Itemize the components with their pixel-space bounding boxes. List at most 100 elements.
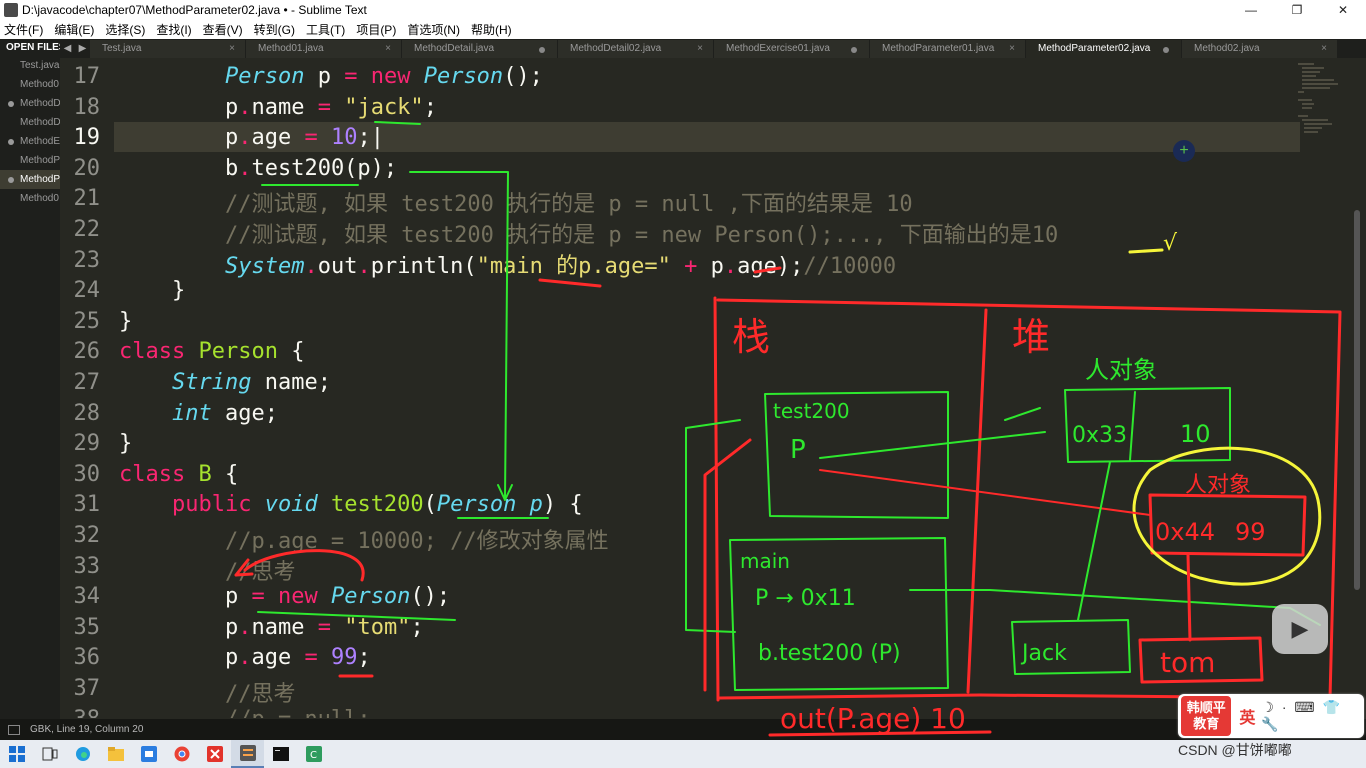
- file-tab-label: MethodParameter01.java: [882, 43, 995, 54]
- add-icon[interactable]: +: [1173, 140, 1195, 162]
- menu-item[interactable]: 查看(V): [203, 21, 243, 38]
- code-line[interactable]: p.age = 10;|: [119, 125, 384, 150]
- code-line[interactable]: //思考: [119, 676, 296, 708]
- unsaved-dot-icon[interactable]: [1163, 47, 1169, 53]
- close-button[interactable]: ✕: [1320, 0, 1366, 20]
- vertical-scrollbar[interactable]: [1354, 210, 1360, 590]
- file-tab[interactable]: Method01.java ×: [246, 40, 402, 58]
- code-line[interactable]: p = new Person();: [119, 584, 450, 609]
- tab-close-icon[interactable]: ×: [229, 40, 235, 58]
- menu-item[interactable]: 查找(I): [156, 21, 191, 38]
- watermark-badge: 韩顺平 教育 英 ☽ · ⌨ 👕 🔧: [1178, 694, 1364, 738]
- minimap[interactable]: [1294, 60, 1350, 140]
- code-line[interactable]: String name;: [119, 370, 331, 395]
- menu-item[interactable]: 项目(P): [356, 21, 396, 38]
- code-line[interactable]: //测试题, 如果 test200 执行的是 p = null ,下面的结果是 …: [119, 186, 913, 218]
- file-tab[interactable]: MethodDetail02.java ×: [558, 40, 714, 58]
- sidebar: OPEN FILES Test.java Method0 MethodD Method…: [0, 39, 60, 719]
- ime-language[interactable]: 英: [1239, 704, 1255, 728]
- open-file-item[interactable]: MethodD: [0, 113, 60, 132]
- menu-item[interactable]: 文件(F): [4, 21, 43, 38]
- code-line[interactable]: int age;: [119, 401, 278, 426]
- ime-toolbar-icons[interactable]: ☽ · ⌨ 👕 🔧: [1261, 699, 1364, 733]
- open-file-label: MethodD: [20, 117, 60, 128]
- chrome-icon[interactable]: [165, 740, 198, 768]
- sublime-text-icon: [4, 3, 18, 17]
- status-text: GBK, Line 19, Column 20: [30, 724, 144, 735]
- open-files-header: OPEN FILES: [6, 42, 60, 53]
- tab-close-icon[interactable]: ×: [385, 40, 391, 58]
- code-line[interactable]: //测试题, 如果 test200 执行的是 p = new Person();…: [119, 217, 1058, 249]
- file-tab[interactable]: Method02.java ×: [1182, 40, 1338, 58]
- menu-item[interactable]: 转到(G): [254, 21, 295, 38]
- open-file-item[interactable]: Method0: [0, 75, 60, 94]
- file-tab[interactable]: MethodExercise01.java: [714, 40, 870, 58]
- open-file-item[interactable]: Test.java: [0, 56, 60, 75]
- tab-navigation[interactable]: ◀ ▶: [60, 39, 90, 58]
- line-number: 32: [73, 523, 101, 548]
- line-number: 30: [73, 461, 101, 487]
- edge-browser-icon[interactable]: [66, 740, 99, 768]
- menu-item[interactable]: 首选项(N): [407, 21, 460, 38]
- code-line[interactable]: b.test200(p);: [119, 156, 397, 181]
- tab-close-icon[interactable]: ×: [1321, 40, 1327, 58]
- open-file-item[interactable]: MethodD: [0, 94, 60, 113]
- code-line[interactable]: public void test200(Person p) {: [119, 492, 583, 517]
- open-file-item[interactable]: MethodP: [0, 151, 60, 170]
- open-file-item[interactable]: Method0: [0, 189, 60, 208]
- code-editor[interactable]: Person p = new Person(); p.name = "jack"…: [114, 58, 1354, 718]
- code-line[interactable]: p.age = 99;: [119, 645, 371, 670]
- tab-close-icon[interactable]: ×: [697, 40, 703, 58]
- file-tab-label: Method01.java: [258, 43, 324, 54]
- tab-prev-icon[interactable]: ◀: [64, 43, 72, 54]
- sublime-taskbar-icon[interactable]: [231, 740, 264, 768]
- terminal-icon[interactable]: [264, 740, 297, 768]
- file-tab[interactable]: Test.java ×: [90, 40, 246, 58]
- open-file-label: MethodP: [20, 174, 60, 185]
- unsaved-dot-icon[interactable]: [851, 47, 857, 53]
- open-file-label: Method0: [20, 193, 59, 204]
- code-line[interactable]: p.name = "tom";: [119, 615, 424, 640]
- xmind-icon[interactable]: [198, 740, 231, 768]
- menu-item[interactable]: 工具(T): [306, 21, 345, 38]
- menu-item[interactable]: 帮助(H): [471, 21, 512, 38]
- tab-bar: ◀ ▶ Test.java × Method01.java × MethodDetail…: [60, 39, 1366, 58]
- code-line[interactable]: class B {: [119, 462, 238, 487]
- line-number: 37: [73, 676, 101, 701]
- code-line[interactable]: //p.age = 10000; //修改对象属性: [119, 523, 609, 555]
- code-line[interactable]: System.out.println("main 的p.age=" + p.ag…: [119, 248, 896, 280]
- code-line[interactable]: Person p = new Person();: [119, 64, 543, 89]
- file-explorer-icon[interactable]: [99, 740, 132, 768]
- word-icon[interactable]: [132, 740, 165, 768]
- panel-toggle-icon[interactable]: [8, 724, 20, 735]
- line-number: 34: [73, 584, 101, 610]
- unsaved-dot-icon[interactable]: [539, 47, 545, 53]
- code-line[interactable]: class Person {: [119, 339, 304, 364]
- file-tab[interactable]: MethodParameter01.java ×: [870, 40, 1026, 58]
- menu-item[interactable]: 编辑(E): [54, 21, 94, 38]
- maximize-button[interactable]: ❐: [1274, 0, 1320, 20]
- play-button[interactable]: ▶: [1272, 604, 1328, 654]
- file-tab[interactable]: MethodDetail.java: [402, 40, 558, 58]
- line-number: 38: [60, 707, 101, 718]
- code-line[interactable]: //思考: [119, 554, 296, 586]
- file-tab[interactable]: MethodParameter02.java: [1026, 40, 1182, 58]
- window-title: D:\javacode\chapter07\MethodParameter02.…: [22, 3, 367, 17]
- code-line[interactable]: }: [119, 278, 185, 303]
- open-file-item[interactable]: MethodP: [0, 170, 60, 189]
- tab-close-icon[interactable]: ×: [1009, 40, 1015, 58]
- code-app-icon[interactable]: C: [297, 740, 330, 768]
- windows-start-icon[interactable]: [0, 740, 33, 768]
- open-file-item[interactable]: MethodE: [0, 132, 60, 151]
- code-line[interactable]: }: [119, 309, 132, 334]
- code-line[interactable]: }: [119, 431, 132, 456]
- line-number: 25: [73, 308, 101, 334]
- code-line[interactable]: p.name = "jack";: [119, 95, 437, 120]
- line-number: 22: [73, 217, 101, 242]
- menu-item[interactable]: 选择(S): [105, 21, 145, 38]
- minimize-button[interactable]: —: [1228, 0, 1274, 20]
- tab-next-icon[interactable]: ▶: [79, 43, 87, 54]
- code-line[interactable]: //p = null;: [119, 707, 371, 718]
- line-number: 29: [73, 431, 101, 457]
- task-view-icon[interactable]: [33, 740, 66, 768]
